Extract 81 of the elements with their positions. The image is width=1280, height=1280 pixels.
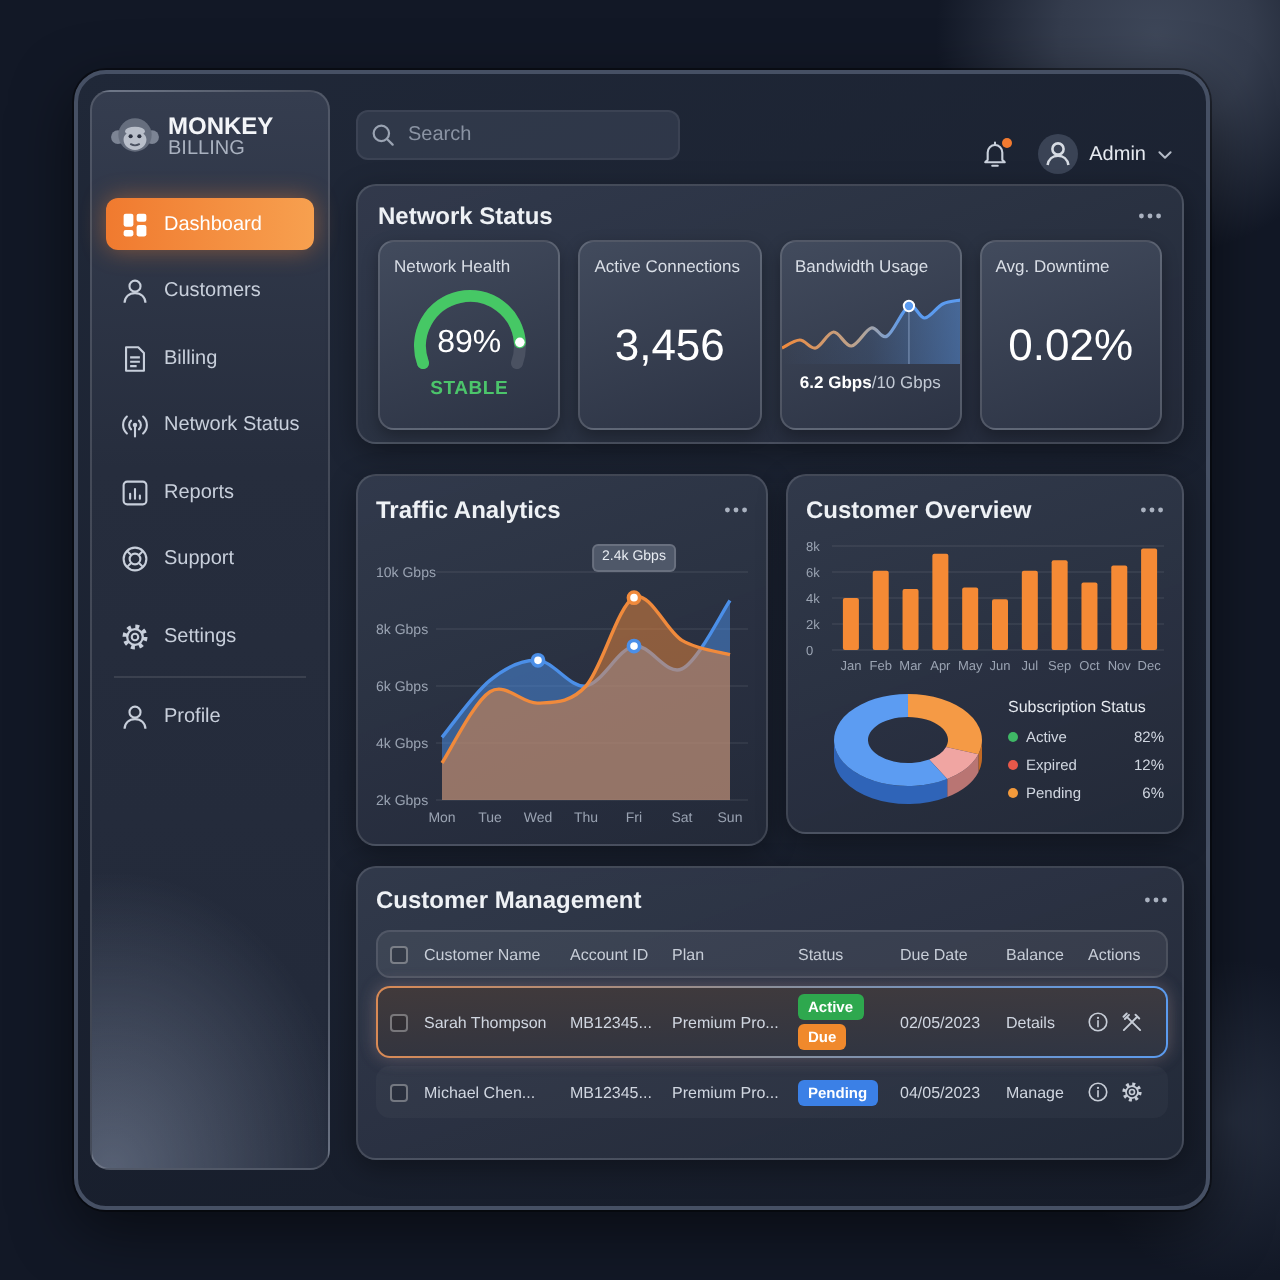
bar <box>962 587 979 650</box>
checkbox[interactable] <box>390 945 408 963</box>
bar <box>992 599 1008 650</box>
legend-title: Subscription Status <box>1008 697 1148 715</box>
nav-item[interactable]: Profile <box>106 691 314 743</box>
column-header: Actions <box>1088 945 1143 963</box>
panel-title: Customer Management <box>376 885 642 913</box>
document-icon <box>122 345 148 371</box>
column-header: Plan <box>672 945 707 963</box>
bell-icon[interactable] <box>981 140 1008 168</box>
stat-value: 0.02% <box>1008 320 1134 372</box>
column-header: Balance <box>1006 945 1066 963</box>
more-icon[interactable] <box>724 505 748 513</box>
brand-name: MONKEY <box>168 113 274 137</box>
checkbox[interactable] <box>390 1083 408 1101</box>
bar <box>1021 570 1038 650</box>
bar <box>1051 560 1068 650</box>
card-title: Bandwidth Usage <box>795 256 929 278</box>
avatar-icon[interactable] <box>1037 134 1078 174</box>
table-cell-text: 02/05/2023 <box>900 1013 983 1031</box>
bar <box>1081 582 1098 650</box>
lifebuoy-icon <box>122 546 148 572</box>
person-icon <box>122 704 148 730</box>
card-title: Avg. Downtime <box>995 256 1110 278</box>
gauge-value: 89% <box>437 326 502 362</box>
search-icon <box>372 124 394 146</box>
bar <box>932 553 949 650</box>
table-cell-text: Sarah Thompson <box>424 1013 549 1031</box>
info-icon[interactable] <box>1088 1082 1108 1102</box>
more-icon[interactable] <box>1140 505 1164 513</box>
table-cell-text: 04/05/2023 <box>900 1083 983 1101</box>
column-header: Due Date <box>900 945 970 963</box>
nav-item[interactable]: Customers <box>106 265 314 317</box>
status-label: STABLE <box>430 378 509 400</box>
column-header: Account ID <box>570 945 651 963</box>
table-cell-text: MB12345... <box>570 1013 654 1031</box>
table-cell-text: Premium Pro... <box>672 1083 781 1101</box>
nav-item[interactable]: Network Status <box>106 399 314 451</box>
table-cell-text: Michael Chen... <box>424 1083 538 1101</box>
stat-value: 3,456 <box>614 320 725 372</box>
card-title: Network Health <box>394 256 511 278</box>
bar <box>1141 548 1158 650</box>
column-header: Customer Name <box>424 945 543 963</box>
monkey-logo-icon <box>110 116 160 156</box>
settings-icon[interactable] <box>1122 1082 1142 1102</box>
panel-title: Traffic Analytics <box>376 495 561 523</box>
nav-item[interactable]: Billing <box>106 332 314 384</box>
info-icon[interactable] <box>1088 1012 1108 1032</box>
data-point-marker <box>626 638 642 654</box>
balance-link[interactable]: Details <box>1006 1013 1082 1031</box>
table-cell-text: Premium Pro... <box>672 1013 781 1031</box>
data-point-marker <box>901 299 915 364</box>
card-title: Active Connections <box>594 256 741 278</box>
panel-title: Customer Overview <box>806 495 1032 523</box>
antenna-icon <box>122 412 148 438</box>
nav-item[interactable]: Support <box>106 533 314 585</box>
bar <box>1111 565 1128 650</box>
table-cell-text: MB12345... <box>570 1083 654 1101</box>
more-icon[interactable] <box>1144 895 1168 903</box>
balance-link[interactable]: Manage <box>1006 1083 1082 1101</box>
brand-subtitle: BILLING <box>168 139 247 159</box>
more-icon[interactable] <box>1138 211 1162 219</box>
nav-item[interactable]: Settings <box>106 611 314 663</box>
caret-icon[interactable] <box>1158 149 1172 159</box>
dashboard-icon <box>122 211 148 237</box>
bar <box>842 598 859 650</box>
panel-title: Network Status <box>378 201 553 229</box>
user-name[interactable]: Admin <box>1089 143 1146 165</box>
bar-chart-icon <box>122 479 148 505</box>
data-point-marker <box>626 590 642 606</box>
person-icon <box>122 278 148 304</box>
checkbox[interactable] <box>390 1013 408 1031</box>
bar <box>872 570 889 650</box>
bar <box>902 588 919 650</box>
settings-icon <box>122 624 148 650</box>
data-point-marker <box>530 652 546 668</box>
nav-item[interactable]: Reports <box>106 466 314 518</box>
search-field[interactable]: Search <box>356 110 680 160</box>
tools-icon[interactable] <box>1122 1012 1142 1032</box>
column-header: Status <box>798 945 846 963</box>
bandwidth-value: 6.2 Gbps/10 Gbps <box>799 372 941 392</box>
